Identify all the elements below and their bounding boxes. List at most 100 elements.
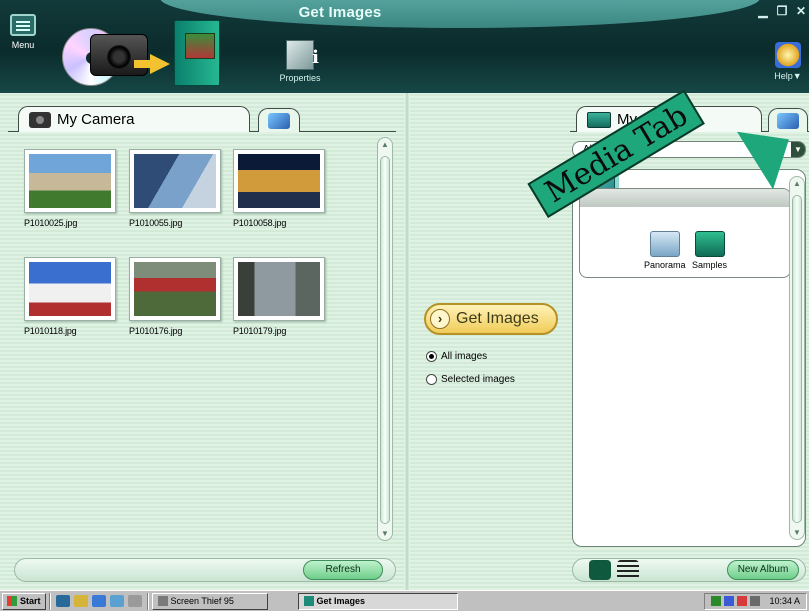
tray-volume-icon[interactable] [737,596,748,606]
get-images-label: Get Images [456,310,539,327]
close-icon[interactable]: ✕ [793,4,809,18]
photo-album-icon [174,20,220,86]
explorer-icon[interactable] [73,595,88,607]
camera-scrollbar[interactable]: ▲ ▼ [377,137,393,541]
albums-bottom-bar: New Album [572,558,806,582]
scroll-up-icon[interactable]: ▲ [378,140,392,149]
thumbnail[interactable] [129,257,221,321]
thumbnail[interactable] [233,257,325,321]
properties-label: Properties [279,73,321,83]
task-label: Screen Thief 95 [170,596,234,606]
photo-thumbnail-2 [134,154,216,208]
photo-thumbnail-1 [29,154,111,208]
album-list: Panorama Samples ▲ ▼ [572,169,806,547]
properties-icon [286,40,319,70]
album-item-label: Samples [692,260,728,270]
photo-thumbnail-4 [29,262,111,316]
option-label: Selected images [441,374,515,385]
properties-button[interactable]: Properties [270,40,330,83]
samples-album-icon [694,231,725,257]
menu-button[interactable]: Menu [7,14,39,66]
thumbnail-label: P1010025.jpg [24,218,78,228]
tray-network-icon[interactable] [724,596,735,606]
albums-scrollbar[interactable]: ▲ ▼ [789,176,805,540]
thumbnail[interactable] [233,149,325,213]
album-item-panorama[interactable]: Panorama [644,231,686,270]
list-view-icon[interactable] [617,560,639,580]
radio-button[interactable] [426,374,437,385]
camera-bottom-bar: Refresh [14,558,396,582]
help-icon [775,42,801,68]
window-title: Get Images [298,4,382,21]
album-item-samples[interactable]: Samples [692,231,727,270]
chevron-right-icon: › [430,309,450,329]
menu-label: Menu [11,40,35,50]
thumbnail-label: P1010118.jpg [24,326,77,336]
title-arc [160,0,760,28]
screen-thief-icon [157,596,168,606]
thumbnail[interactable] [24,149,116,213]
camera-icon [90,34,148,76]
radio-button[interactable] [426,351,437,362]
tray-app-icon[interactable] [711,596,722,606]
start-label: Start [20,596,41,606]
scroll-down-icon[interactable]: ▼ [790,528,804,537]
scroll-thumb[interactable] [380,156,390,524]
grid-view-icon[interactable] [589,560,611,580]
outlook-icon[interactable] [109,595,124,607]
help-label: Help▼ [774,71,802,81]
media-icon [268,113,290,129]
new-album-button[interactable]: New Album [727,560,799,580]
option-label: All images [441,351,488,362]
thumbnail-label: P1010179.jpg [233,326,287,336]
thumbnail[interactable] [24,257,116,321]
thumbnail-grid: P1010025.jpg P1010055.jpg P1010058.jpg P… [16,139,372,529]
get-images-button[interactable]: › Get Images [424,303,558,335]
channels-icon[interactable] [127,595,142,607]
system-tray: 10:34 A [704,592,807,610]
restore-icon[interactable]: ❐ [774,4,790,18]
windows-logo-icon [7,596,17,606]
photo-thumbnail-6 [238,262,320,316]
tab-my-camera[interactable]: My Camera [18,106,250,132]
panorama-icon [649,231,680,257]
get-images-app-icon [303,596,314,606]
task-get-images[interactable]: Get Images [297,592,458,610]
window-controls: ▁ ❐ ✕ [755,4,809,18]
scroll-thumb[interactable] [792,195,802,523]
task-label: Get Images [316,596,366,606]
camera-icon [29,111,51,128]
minimize-icon[interactable]: ▁ [755,4,771,18]
thumbnail-label: P1010055.jpg [129,218,183,228]
transfer-illustration [62,8,232,92]
tab-media[interactable] [258,108,300,132]
taskbar: Start Screen Thief 95 Get Images 10:34 A [0,590,809,611]
browser-icon[interactable] [91,595,106,607]
transfer-arrow-icon [134,54,170,74]
taskbar-separator [48,592,51,610]
thumbnail-label: P1010176.jpg [129,326,183,336]
desktop-icon[interactable] [55,595,70,607]
camera-panel: My Camera P1010025.jpg P1010055.jpg P101… [0,93,404,590]
option-selected-images[interactable]: Selected images [426,374,515,385]
start-button[interactable]: Start [2,592,46,610]
clock: 10:34 A [769,596,800,606]
thumbnail[interactable] [129,149,221,213]
refresh-button[interactable]: Refresh [303,560,383,580]
help-button[interactable]: Help▼ [768,42,808,81]
tab-my-camera-label: My Camera [57,111,135,128]
album-group: Panorama Samples [579,188,791,278]
album-item-label: Panorama [644,260,686,270]
album-icon [587,111,611,128]
scroll-up-icon[interactable]: ▲ [790,179,804,188]
scroll-down-icon[interactable]: ▼ [378,529,392,538]
app-header: Get Images ▁ ❐ ✕ Menu Properties Help▼ [0,0,809,93]
thumbnail-label: P1010058.jpg [233,218,287,228]
menu-icon [10,14,36,36]
option-all-images[interactable]: All images [426,351,487,362]
tray-printer-icon[interactable] [750,596,761,606]
album-group-header [580,189,790,207]
task-screen-thief[interactable]: Screen Thief 95 [151,592,268,610]
taskbar-separator [146,592,149,610]
photo-thumbnail-5 [134,262,216,316]
